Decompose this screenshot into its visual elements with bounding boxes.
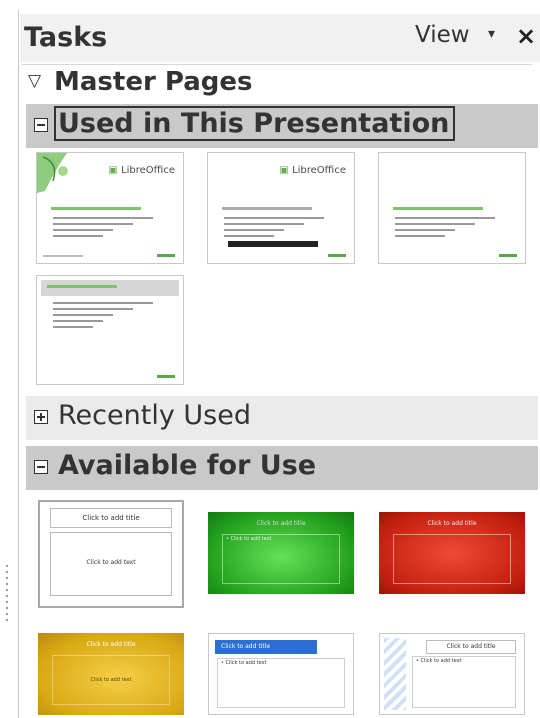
- template-thumbnail-plain[interactable]: Click to add title Click to add text: [38, 500, 184, 608]
- expand-plus-icon[interactable]: [34, 410, 48, 424]
- title-placeholder: Click to add title: [50, 508, 172, 528]
- outline-placeholder: [395, 217, 495, 255]
- master-thumbnail-1[interactable]: ▣ LibreOffice: [36, 152, 184, 264]
- template-thumbnail-helix[interactable]: Click to add title • Click to add text: [379, 633, 525, 715]
- master-pages-header[interactable]: ▽ Master Pages: [22, 64, 532, 101]
- outline-placeholder: [53, 302, 153, 340]
- collapse-minus-icon[interactable]: [34, 460, 48, 474]
- section-available-for-use[interactable]: Available for Use: [26, 446, 538, 490]
- master-thumbnail-3[interactable]: [378, 152, 526, 264]
- section-label-recent: Recently Used: [58, 400, 251, 431]
- section-label-available: Available for Use: [58, 450, 317, 481]
- title-placeholder: [51, 207, 141, 210]
- template-thumbnail-red[interactable]: Click to add title: [379, 512, 525, 594]
- panel-title: Tasks: [24, 22, 108, 53]
- left-dock-strip: [0, 0, 16, 718]
- section-used-in-presentation[interactable]: Used in This Presentation: [26, 104, 538, 148]
- chevron-down-icon[interactable]: ▾: [488, 26, 495, 42]
- libreoffice-logo: ▣ LibreOffice: [108, 165, 175, 176]
- dna-helix-decoration: [384, 638, 406, 710]
- libreoffice-logo: ▣ LibreOffice: [279, 165, 346, 176]
- collapse-minus-icon[interactable]: [34, 118, 48, 132]
- resize-grip[interactable]: [6, 565, 8, 625]
- template-thumbnail-gold[interactable]: Click to add title Click to add text: [38, 633, 184, 715]
- outline-placeholder: [53, 217, 153, 255]
- tasks-panel-header: Tasks View ▾ ×: [20, 14, 540, 62]
- view-menu-button[interactable]: View: [415, 22, 470, 48]
- body-placeholder: Click to add text: [50, 532, 172, 596]
- title-placeholder: [393, 207, 483, 210]
- close-icon[interactable]: ×: [516, 22, 536, 50]
- outline-placeholder: [224, 217, 324, 255]
- title-placeholder: [222, 207, 312, 210]
- template-thumbnail-blue[interactable]: Click to add title • Click to add text: [208, 633, 354, 715]
- master-pages-label: Master Pages: [54, 67, 253, 97]
- leaf-decoration-icon: [37, 153, 68, 193]
- section-label-used: Used in This Presentation: [54, 106, 456, 141]
- collapse-triangle-icon[interactable]: ▽: [28, 71, 41, 91]
- panel-border: [18, 10, 19, 718]
- template-thumbnail-green[interactable]: Click to add title • Click to add text: [208, 512, 354, 594]
- master-thumbnail-2[interactable]: ▣ LibreOffice: [207, 152, 355, 264]
- master-thumbnail-4[interactable]: [36, 275, 184, 385]
- section-recently-used[interactable]: Recently Used: [26, 396, 538, 440]
